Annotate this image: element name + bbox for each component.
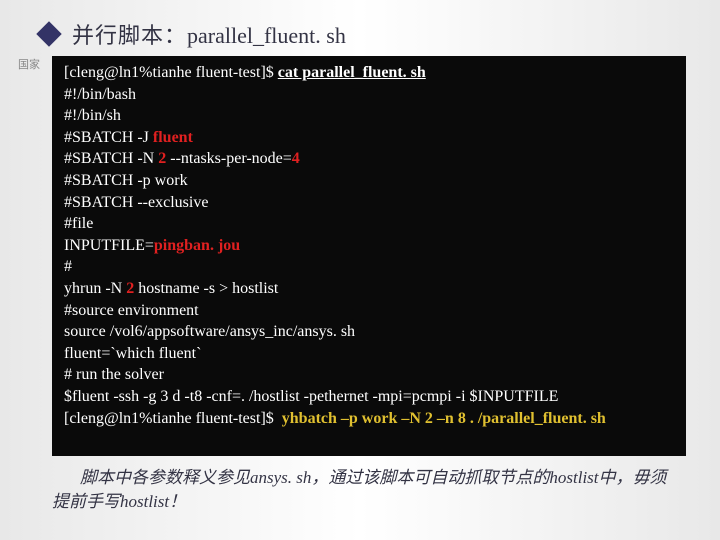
prompt: [cleng@ln1%tianhe fluent-test]$ — [64, 64, 278, 81]
slide-title: 并行脚本：parallel_fluent. sh — [72, 18, 346, 50]
terminal-line: #source environment — [64, 300, 674, 322]
terminal-line: #file — [64, 213, 674, 235]
title-cn: 并行脚本： — [72, 23, 187, 48]
title-filename: parallel_fluent. sh — [187, 23, 346, 48]
footnote-text: 脚本中各参数释义参见ansys. sh，通过该脚本可自动抓取节点的hostlis… — [52, 466, 676, 514]
bullet-diamond-icon — [36, 21, 61, 46]
terminal-block: [cleng@ln1%tianhe fluent-test]$ cat para… — [52, 56, 686, 456]
terminal-line: #!/bin/bash — [64, 84, 674, 106]
terminal-line: yhrun -N 2 hostname -s > hostlist — [64, 278, 674, 300]
terminal-line: $fluent -ssh -g 3 d -t8 -cnf=. /hostlist… — [64, 386, 674, 408]
watermark-text: 国家 — [18, 56, 40, 72]
terminal-line: # run the solver — [64, 364, 674, 386]
terminal-line: #SBATCH -N 2 --ntasks-per-node=4 — [64, 148, 674, 170]
terminal-line: fluent=`which fluent` — [64, 343, 674, 365]
command: cat parallel_fluent. sh — [278, 64, 426, 81]
terminal-line: [cleng@ln1%tianhe fluent-test]$ yhbatch … — [64, 408, 674, 430]
terminal-line: #!/bin/sh — [64, 105, 674, 127]
terminal-line: # — [64, 256, 674, 278]
terminal-line: #SBATCH -J fluent — [64, 127, 674, 149]
terminal-line: INPUTFILE=pingban. jou — [64, 235, 674, 257]
prompt: [cleng@ln1%tianhe fluent-test]$ — [64, 410, 282, 427]
terminal-line: [cleng@ln1%tianhe fluent-test]$ cat para… — [64, 62, 674, 84]
command: yhbatch –p work –N 2 –n 8 . /parallel_fl… — [282, 410, 606, 427]
terminal-line: #SBATCH --exclusive — [64, 192, 674, 214]
slide-container: 并行脚本：parallel_fluent. sh 国家 [cleng@ln1%t… — [0, 0, 720, 540]
slide-title-row: 并行脚本：parallel_fluent. sh — [40, 18, 720, 50]
terminal-line: source /vol6/appsoftware/ansys_inc/ansys… — [64, 321, 674, 343]
terminal-line: #SBATCH -p work — [64, 170, 674, 192]
